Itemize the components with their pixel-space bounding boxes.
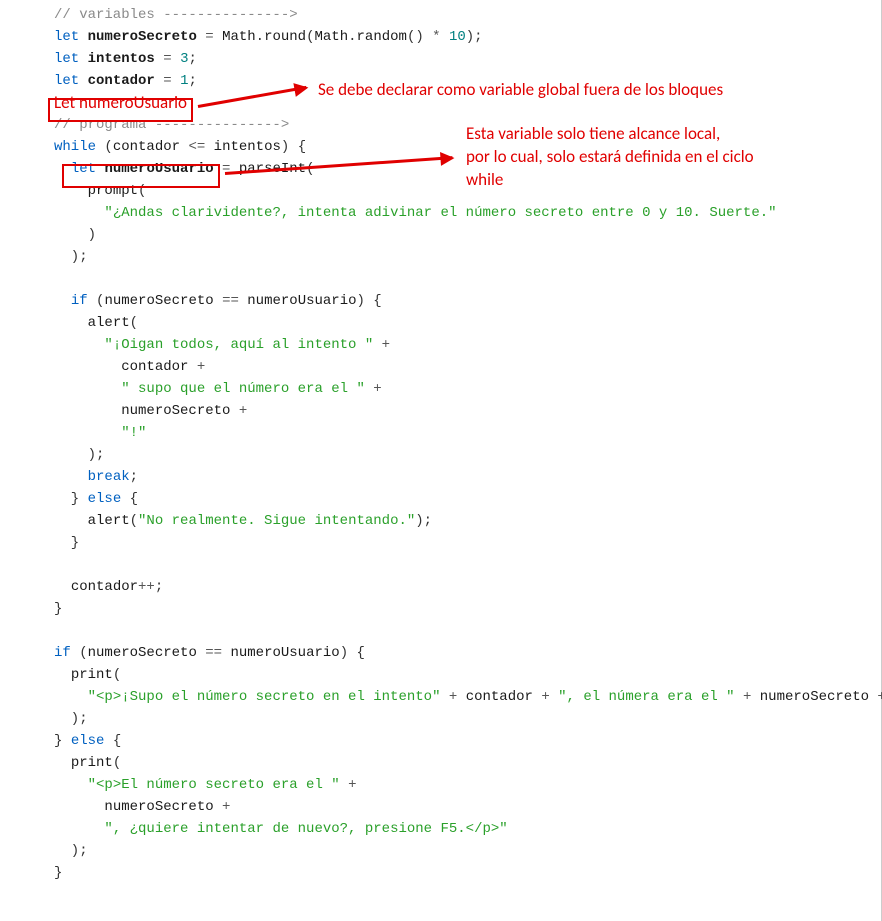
code-document: // variables ---------------> let numero… bbox=[0, 0, 882, 921]
code-line: numeroSecreto + bbox=[0, 400, 881, 422]
annotation-local-line2: por lo cual, solo estará definida en el … bbox=[466, 146, 754, 168]
annotation-local-line1: Esta variable solo tiene alcance local, bbox=[466, 123, 720, 145]
code-line: break; bbox=[0, 466, 881, 488]
code-line: } bbox=[0, 598, 881, 620]
code-line: "<p>El número secreto era el " + bbox=[0, 774, 881, 796]
code-line: } bbox=[0, 862, 881, 884]
highlight-box-global-var bbox=[48, 98, 193, 122]
code-line: alert("No realmente. Sigue intentando.")… bbox=[0, 510, 881, 532]
code-line bbox=[0, 554, 881, 576]
code-line: "<p>¡Supo el número secreto en el intent… bbox=[0, 686, 881, 708]
code-line: ); bbox=[0, 840, 881, 862]
code-line: let intentos = 3; bbox=[0, 48, 881, 70]
code-line bbox=[0, 620, 881, 642]
code-line: ", ¿quiere intentar de nuevo?, presione … bbox=[0, 818, 881, 840]
code-line: "¿Andas clarividente?, intenta adivinar … bbox=[0, 202, 881, 224]
annotation-local-line3: while bbox=[466, 169, 503, 191]
code-line: let numeroSecreto = Math.round(Math.rand… bbox=[0, 26, 881, 48]
code-line: // variables ---------------> bbox=[0, 4, 881, 26]
code-line: alert( bbox=[0, 312, 881, 334]
code-line: ); bbox=[0, 246, 881, 268]
code-line: print( bbox=[0, 664, 881, 686]
code-line: contador++; bbox=[0, 576, 881, 598]
code-line: } else { bbox=[0, 730, 881, 752]
code-line: "!" bbox=[0, 422, 881, 444]
code-line: contador + bbox=[0, 356, 881, 378]
code-line: ); bbox=[0, 708, 881, 730]
code-line: numeroSecreto + bbox=[0, 796, 881, 818]
code-line: } else { bbox=[0, 488, 881, 510]
code-line bbox=[0, 268, 881, 290]
code-line: if (numeroSecreto == numeroUsuario) { bbox=[0, 290, 881, 312]
highlight-box-local-var bbox=[62, 164, 220, 188]
annotation-global: Se debe declarar como variable global fu… bbox=[318, 79, 723, 101]
code-line: "¡Oigan todos, aquí al intento " + bbox=[0, 334, 881, 356]
code-line: ); bbox=[0, 444, 881, 466]
code-line: " supo que el número era el " + bbox=[0, 378, 881, 400]
code-block: // variables ---------------> let numero… bbox=[0, 4, 881, 884]
code-line: } bbox=[0, 532, 881, 554]
code-line: print( bbox=[0, 752, 881, 774]
code-line: ) bbox=[0, 224, 881, 246]
code-line: if (numeroSecreto == numeroUsuario) { bbox=[0, 642, 881, 664]
